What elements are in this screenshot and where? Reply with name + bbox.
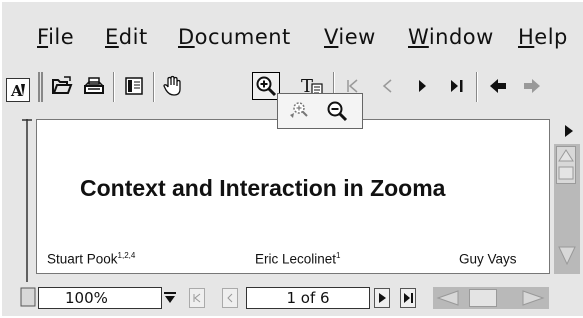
zoom-in-tool-icon[interactable]	[286, 98, 312, 124]
toolbar-separator	[113, 72, 114, 102]
last-page-icon[interactable]	[442, 72, 470, 100]
acrobat-icon[interactable]: A	[6, 78, 30, 102]
zoom-dropdown-button[interactable]	[162, 287, 178, 309]
author-name: Stuart Pook1,2,4	[47, 251, 136, 267]
zoom-level-field[interactable]: 100%	[38, 287, 162, 309]
scroll-thumb[interactable]	[469, 289, 497, 307]
previous-page-button[interactable]	[222, 288, 238, 308]
toolbar-separator	[476, 72, 477, 102]
svg-text:A: A	[10, 82, 23, 99]
zoom-in-icon[interactable]	[252, 72, 280, 100]
last-page-button[interactable]	[400, 288, 416, 308]
menu-edit[interactable]: Edit	[105, 25, 148, 49]
scroll-down-icon[interactable]	[557, 244, 577, 266]
horizontal-scrollbar[interactable]	[433, 287, 549, 309]
menu-document[interactable]: Document	[178, 25, 291, 49]
expand-right-pane-icon[interactable]	[560, 122, 578, 140]
document-page: Context and Interaction in Zooma Stuart …	[36, 119, 550, 274]
scroll-thumb[interactable]	[556, 146, 576, 184]
go-back-icon[interactable]	[484, 72, 512, 100]
acrobat-window: File Edit Document View Window Help A T	[2, 2, 583, 316]
hand-tool-icon[interactable]	[159, 72, 187, 100]
document-title: Context and Interaction in Zooma	[80, 175, 446, 201]
page-number-field[interactable]: 1 of 6	[246, 287, 370, 309]
zoom-out-tool-icon[interactable]	[324, 98, 350, 124]
navigation-pane-handle[interactable]	[20, 119, 34, 297]
previous-page-icon[interactable]	[374, 72, 402, 100]
show-hide-navigation-icon[interactable]	[120, 72, 148, 100]
scroll-right-icon[interactable]	[519, 289, 545, 307]
author-name: Guy Vays	[459, 251, 517, 267]
toolbar-separator	[153, 72, 154, 102]
scroll-left-icon[interactable]	[436, 289, 462, 307]
status-bar-grip	[20, 287, 36, 307]
next-page-button[interactable]	[374, 288, 390, 308]
first-page-button[interactable]	[189, 288, 205, 308]
print-icon[interactable]	[80, 72, 108, 100]
zoom-tool-palette	[277, 93, 363, 129]
menu-file[interactable]: File	[37, 25, 74, 49]
menu-view[interactable]: View	[324, 25, 376, 49]
vertical-scrollbar[interactable]	[554, 144, 580, 274]
menu-bar: File Edit Document View Window Help	[2, 2, 583, 64]
open-folder-icon[interactable]	[48, 72, 76, 100]
menu-window[interactable]: Window	[408, 25, 494, 49]
go-forward-icon[interactable]	[518, 72, 546, 100]
status-bar: 100% 1 of 6	[2, 282, 583, 316]
menu-help[interactable]: Help	[518, 25, 568, 49]
author-name: Eric Lecolinet1	[255, 251, 341, 267]
next-page-icon[interactable]	[408, 72, 436, 100]
toolbar-separator	[38, 72, 40, 102]
